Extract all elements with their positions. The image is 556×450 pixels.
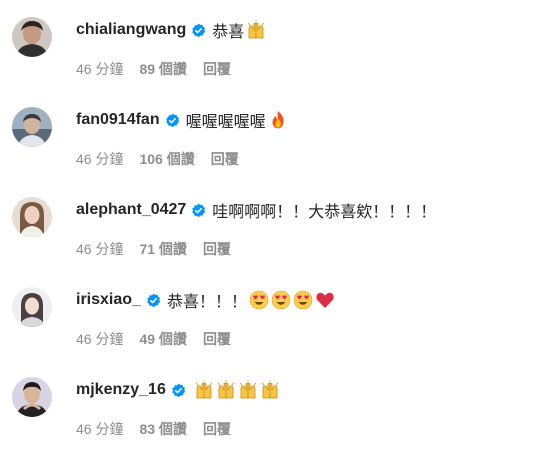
like-count[interactable]: 71 個讚 (139, 239, 186, 259)
raising-hands-icon (194, 380, 214, 400)
heart-eyes-icon (249, 290, 269, 310)
raising-hands-icon (216, 380, 236, 400)
comment-time[interactable]: 46 分鐘 (76, 419, 123, 439)
comment-text-content: 恭喜！！！ (166, 294, 247, 311)
comment-meta: 46 分鐘 106 個讚 回覆 (76, 150, 239, 168)
comment-text-content: 哇啊啊啊！！大恭喜欸！！！！ (212, 204, 437, 221)
comment-header: mjkenzy_16 (76, 379, 280, 401)
username[interactable]: chialiangwang (76, 21, 186, 39)
avatar-image (12, 107, 52, 147)
comment-text: 哇啊啊啊！！大恭喜欸！！！！ (212, 198, 436, 222)
avatar[interactable] (12, 377, 52, 417)
red-heart-icon (315, 290, 335, 310)
verified-badge-icon (146, 293, 161, 308)
verified-badge-icon (191, 23, 206, 38)
username[interactable]: irisxiao_ (76, 291, 141, 309)
comment-item: alephant_0427 哇啊啊啊！！大恭喜欸！！！！ 46 分鐘 71 個讚… (0, 180, 556, 270)
reply-button[interactable]: 回覆 (211, 149, 239, 169)
like-count[interactable]: 49 個讚 (139, 329, 186, 349)
username[interactable]: alephant_0427 (76, 201, 186, 219)
avatar[interactable] (12, 107, 52, 147)
comment-text: 恭喜 (212, 18, 266, 42)
comment-time[interactable]: 46 分鐘 (76, 149, 123, 169)
heart-eyes-icon (293, 290, 313, 310)
avatar[interactable] (12, 287, 52, 327)
verified-badge-icon (191, 203, 206, 218)
comment-item: mjkenzy_16 46 分鐘 83 個讚 回覆 (0, 360, 556, 450)
comment-text-content: 喔喔喔喔喔 (185, 114, 266, 131)
comment-header: fan0914fan 喔喔喔喔喔 (76, 109, 288, 131)
username[interactable]: fan0914fan (76, 111, 160, 129)
like-count[interactable]: 83 個讚 (139, 419, 186, 439)
comment-time[interactable]: 46 分鐘 (76, 239, 123, 259)
comment-time[interactable]: 46 分鐘 (76, 329, 123, 349)
verified-badge-icon (171, 383, 186, 398)
avatar[interactable] (12, 17, 52, 57)
avatar[interactable] (12, 197, 52, 237)
comment-meta: 46 分鐘 71 個讚 回覆 (76, 240, 231, 258)
avatar-image (12, 197, 52, 237)
comment-item: chialiangwang 恭喜 46 分鐘 89 個讚 回覆 (0, 0, 556, 90)
raising-hands-icon (260, 380, 280, 400)
like-count[interactable]: 89 個讚 (139, 59, 186, 79)
comment-text (192, 380, 280, 400)
avatar-image (12, 287, 52, 327)
comment-item: irisxiao_ 恭喜！！！ 46 分鐘 49 個讚 回覆 (0, 270, 556, 360)
avatar-image (12, 377, 52, 417)
reply-button[interactable]: 回覆 (203, 329, 231, 349)
comment-meta: 46 分鐘 89 個讚 回覆 (76, 60, 231, 78)
comment-text-content: 恭喜 (212, 24, 245, 41)
comment-text: 喔喔喔喔喔 (186, 108, 288, 132)
comment-header: chialiangwang 恭喜 (76, 19, 266, 41)
comment-text: 恭喜！！！ (167, 288, 335, 312)
fire-icon (268, 110, 288, 130)
avatar-image (12, 17, 52, 57)
raising-hands-icon (238, 380, 258, 400)
comment-list: chialiangwang 恭喜 46 分鐘 89 個讚 回覆 fan0914f… (0, 0, 556, 441)
reply-button[interactable]: 回覆 (203, 419, 231, 439)
reply-button[interactable]: 回覆 (203, 59, 231, 79)
verified-badge-icon (165, 113, 180, 128)
comment-meta: 46 分鐘 83 個讚 回覆 (76, 420, 231, 438)
comment-header: irisxiao_ 恭喜！！！ (76, 289, 335, 311)
raising-hands-icon (246, 20, 266, 40)
username[interactable]: mjkenzy_16 (76, 381, 166, 399)
comment-header: alephant_0427 哇啊啊啊！！大恭喜欸！！！！ (76, 199, 436, 221)
reply-button[interactable]: 回覆 (203, 239, 231, 259)
heart-eyes-icon (271, 290, 291, 310)
comment-time[interactable]: 46 分鐘 (76, 59, 123, 79)
like-count[interactable]: 106 個讚 (139, 149, 194, 169)
comment-item: fan0914fan 喔喔喔喔喔 46 分鐘 106 個讚 回覆 (0, 90, 556, 180)
comment-meta: 46 分鐘 49 個讚 回覆 (76, 330, 231, 348)
